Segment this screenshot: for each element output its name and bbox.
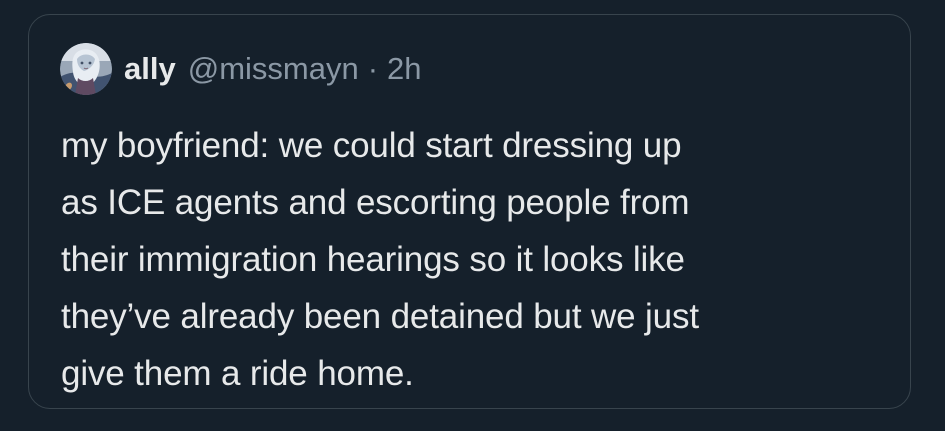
tweet-timestamp[interactable]: 2h — [387, 43, 421, 95]
avatar[interactable] — [60, 43, 112, 95]
tweet-header: ally @missmayn · 2h — [60, 43, 422, 95]
author-handle[interactable]: @missmayn — [188, 43, 359, 95]
author-display-name[interactable]: ally — [124, 43, 176, 95]
metadata-separator: · — [367, 51, 379, 86]
quoted-tweet-card[interactable]: ally @missmayn · 2h my boyfriend: we cou… — [28, 14, 911, 409]
tweet-text: my boyfriend: we could start dressing up… — [61, 126, 699, 393]
